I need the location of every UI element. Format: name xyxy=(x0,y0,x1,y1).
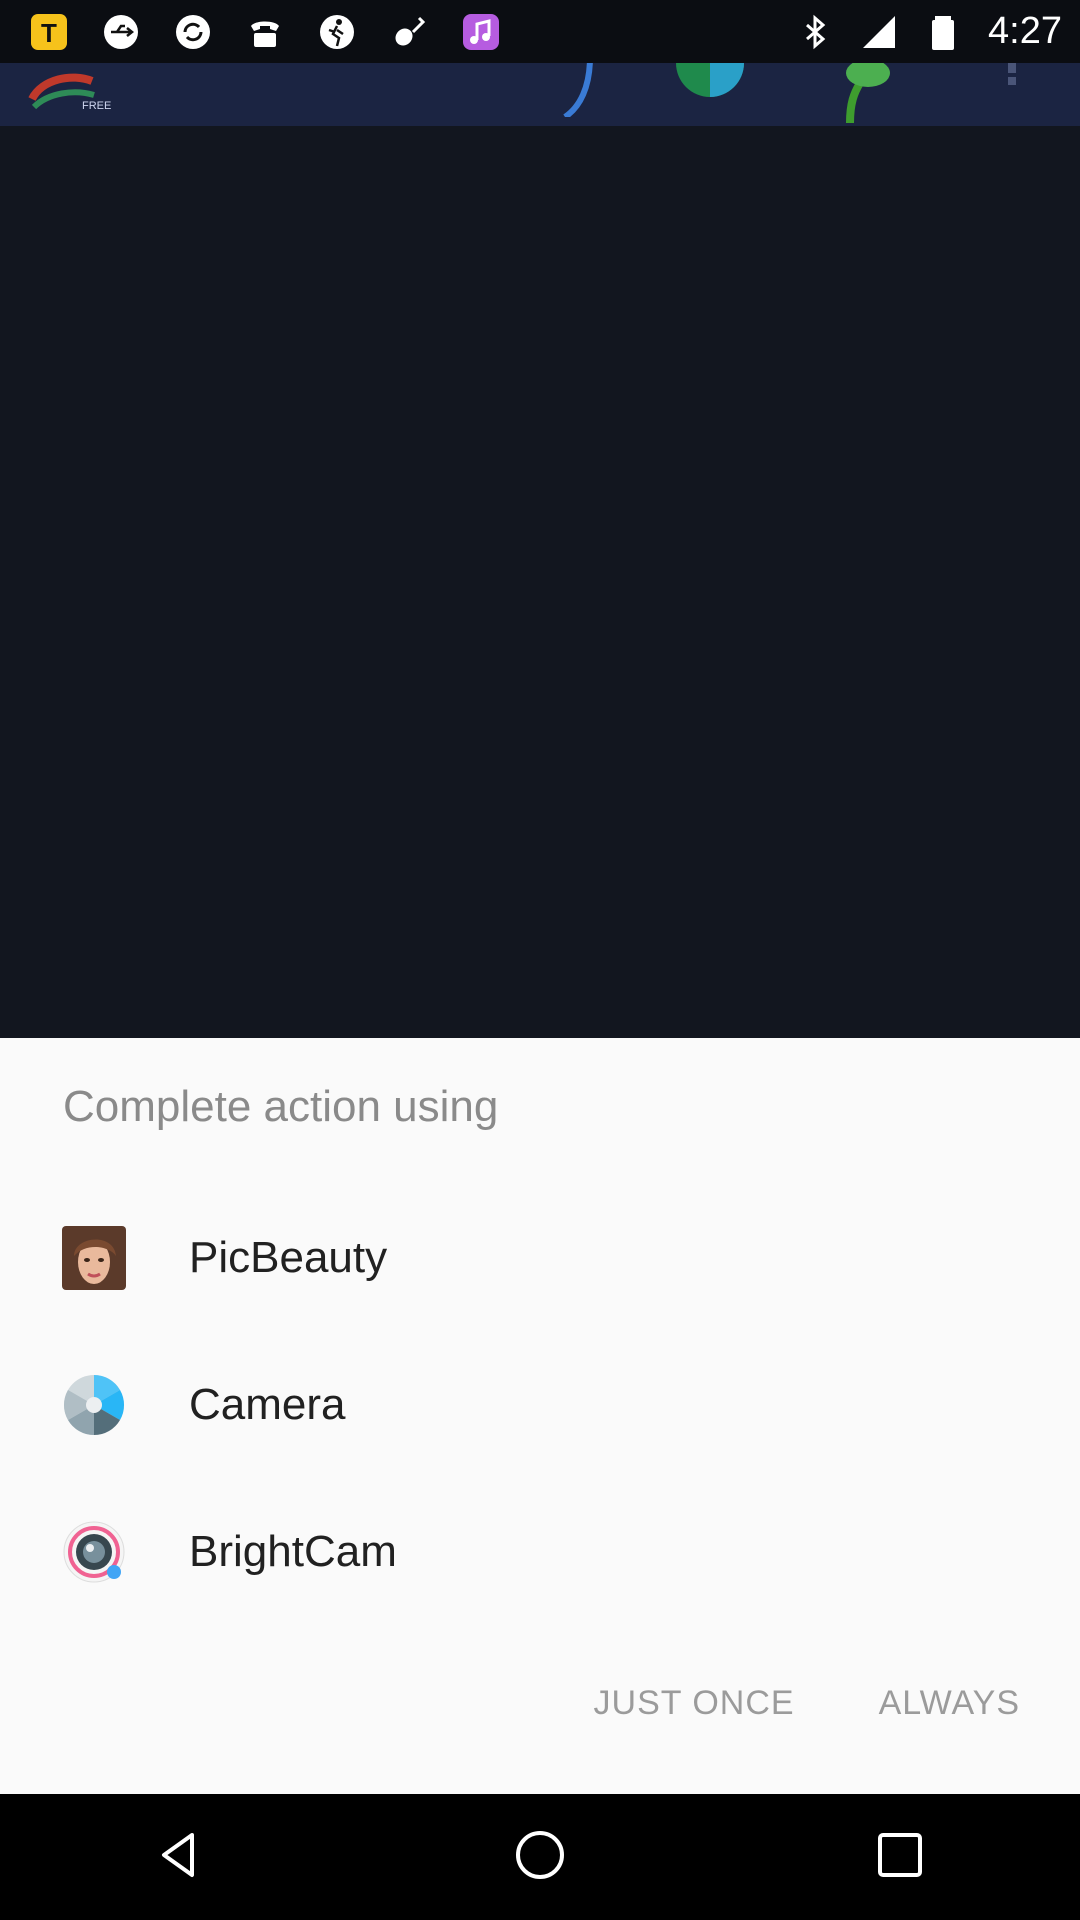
home-icon[interactable] xyxy=(510,1825,570,1890)
navigation-bar xyxy=(0,1794,1080,1920)
app-label: BrightCam xyxy=(189,1527,397,1576)
battery-icon xyxy=(920,9,966,55)
music-icon xyxy=(458,9,504,55)
sync-icon xyxy=(170,9,216,55)
bluetooth-icon xyxy=(792,9,838,55)
app-option-camera[interactable]: Camera xyxy=(0,1332,1080,1478)
color-wheel-thumbnail xyxy=(670,63,750,108)
curve-thumbnail xyxy=(520,63,610,122)
sheet-actions: JUST ONCE ALWAYS xyxy=(572,1668,1042,1739)
more-options-icon[interactable] xyxy=(1002,63,1022,108)
app-logo: FREE xyxy=(28,69,118,124)
violin-icon xyxy=(386,9,432,55)
svg-text:T: T xyxy=(41,18,57,48)
app-option-brightcam[interactable]: BrightCam xyxy=(0,1479,1080,1625)
always-button[interactable]: ALWAYS xyxy=(857,1668,1042,1739)
tubemate-icon: T xyxy=(26,9,72,55)
back-icon[interactable] xyxy=(150,1825,210,1890)
camera-icon xyxy=(62,1373,126,1437)
signal-icon xyxy=(856,9,902,55)
svg-text:FREE: FREE xyxy=(82,100,111,112)
app-label: Camera xyxy=(189,1380,346,1429)
usb-icon xyxy=(98,9,144,55)
picbeauty-icon xyxy=(62,1226,126,1290)
phone-icon xyxy=(242,9,288,55)
tree-thumbnail xyxy=(820,63,900,126)
sheet-title: Complete action using xyxy=(63,1082,499,1131)
scrim[interactable] xyxy=(0,126,1080,1038)
brightcam-icon xyxy=(62,1520,126,1584)
status-bar-notifications: T xyxy=(26,9,504,55)
status-time: 4:27 xyxy=(988,10,1062,52)
status-bar-system: 4:27 xyxy=(792,9,1062,55)
background-app-header: FREE xyxy=(0,63,1080,126)
app-option-picbeauty[interactable]: PicBeauty xyxy=(0,1185,1080,1331)
status-bar: T 4:27 xyxy=(0,0,1080,63)
just-once-button[interactable]: JUST ONCE xyxy=(572,1668,817,1739)
app-label: PicBeauty xyxy=(189,1233,388,1282)
recents-icon[interactable] xyxy=(870,1825,930,1890)
pedestrian-icon xyxy=(314,9,360,55)
